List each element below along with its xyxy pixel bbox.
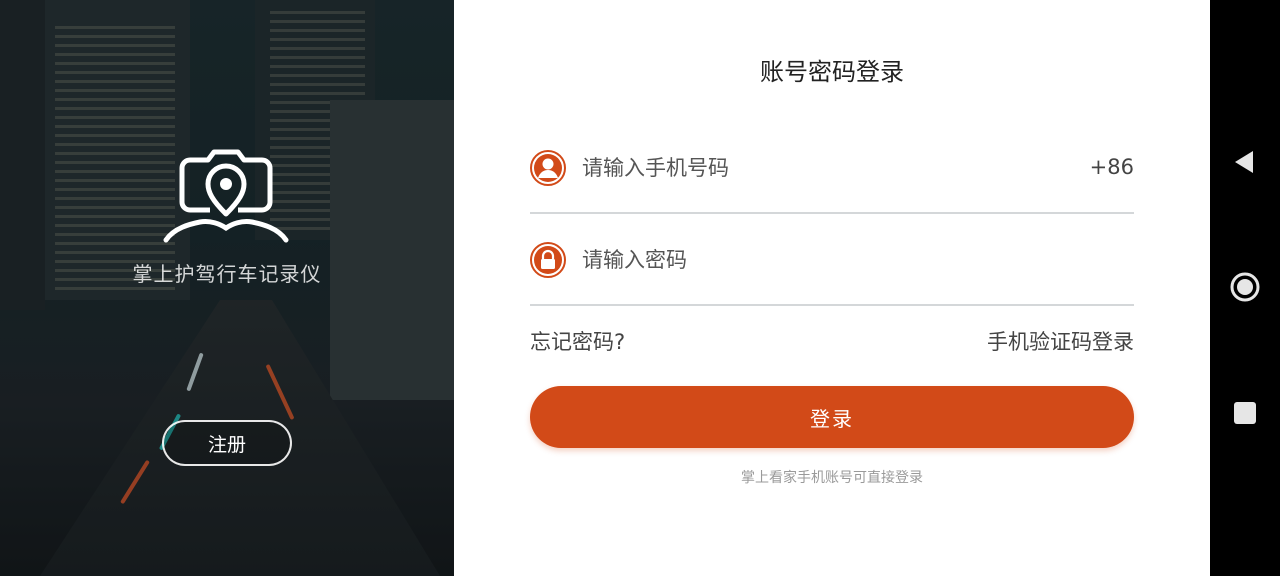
country-code[interactable]: +86 <box>1090 155 1134 179</box>
user-avatar-icon <box>530 150 566 186</box>
register-button[interactable]: 注册 <box>162 420 292 466</box>
hero-overlay <box>0 0 454 576</box>
camera-location-car-icon <box>163 149 289 243</box>
page-title: 账号密码登录 <box>760 58 904 86</box>
home-circle-icon[interactable] <box>1229 271 1261 303</box>
hero-panel: 掌上护驾行车记录仪 注册 <box>0 0 454 576</box>
sms-login-link[interactable]: 手机验证码登录 <box>987 326 1134 356</box>
forgot-password-link[interactable]: 忘记密码? <box>530 326 625 356</box>
system-nav-bar <box>1210 0 1280 576</box>
recents-square-icon[interactable] <box>1229 397 1261 429</box>
password-input[interactable] <box>582 244 1042 276</box>
phone-input[interactable] <box>582 152 1042 184</box>
auxiliary-links: 忘记密码? 手机验证码登录 <box>530 326 1134 358</box>
login-hint: 掌上看家手机账号可直接登录 <box>741 470 923 486</box>
login-button[interactable]: 登录 <box>530 386 1134 448</box>
password-field <box>530 214 1134 306</box>
phone-field: +86 <box>530 122 1134 214</box>
back-triangle-icon[interactable] <box>1229 146 1261 178</box>
login-form-panel: 账号密码登录 +86 忘记密码? 手机验证码登录 登录 掌上看家手机账号可直接登… <box>454 0 1210 576</box>
lock-icon <box>530 242 566 278</box>
app-name: 掌上护驾行车记录仪 <box>132 262 322 286</box>
